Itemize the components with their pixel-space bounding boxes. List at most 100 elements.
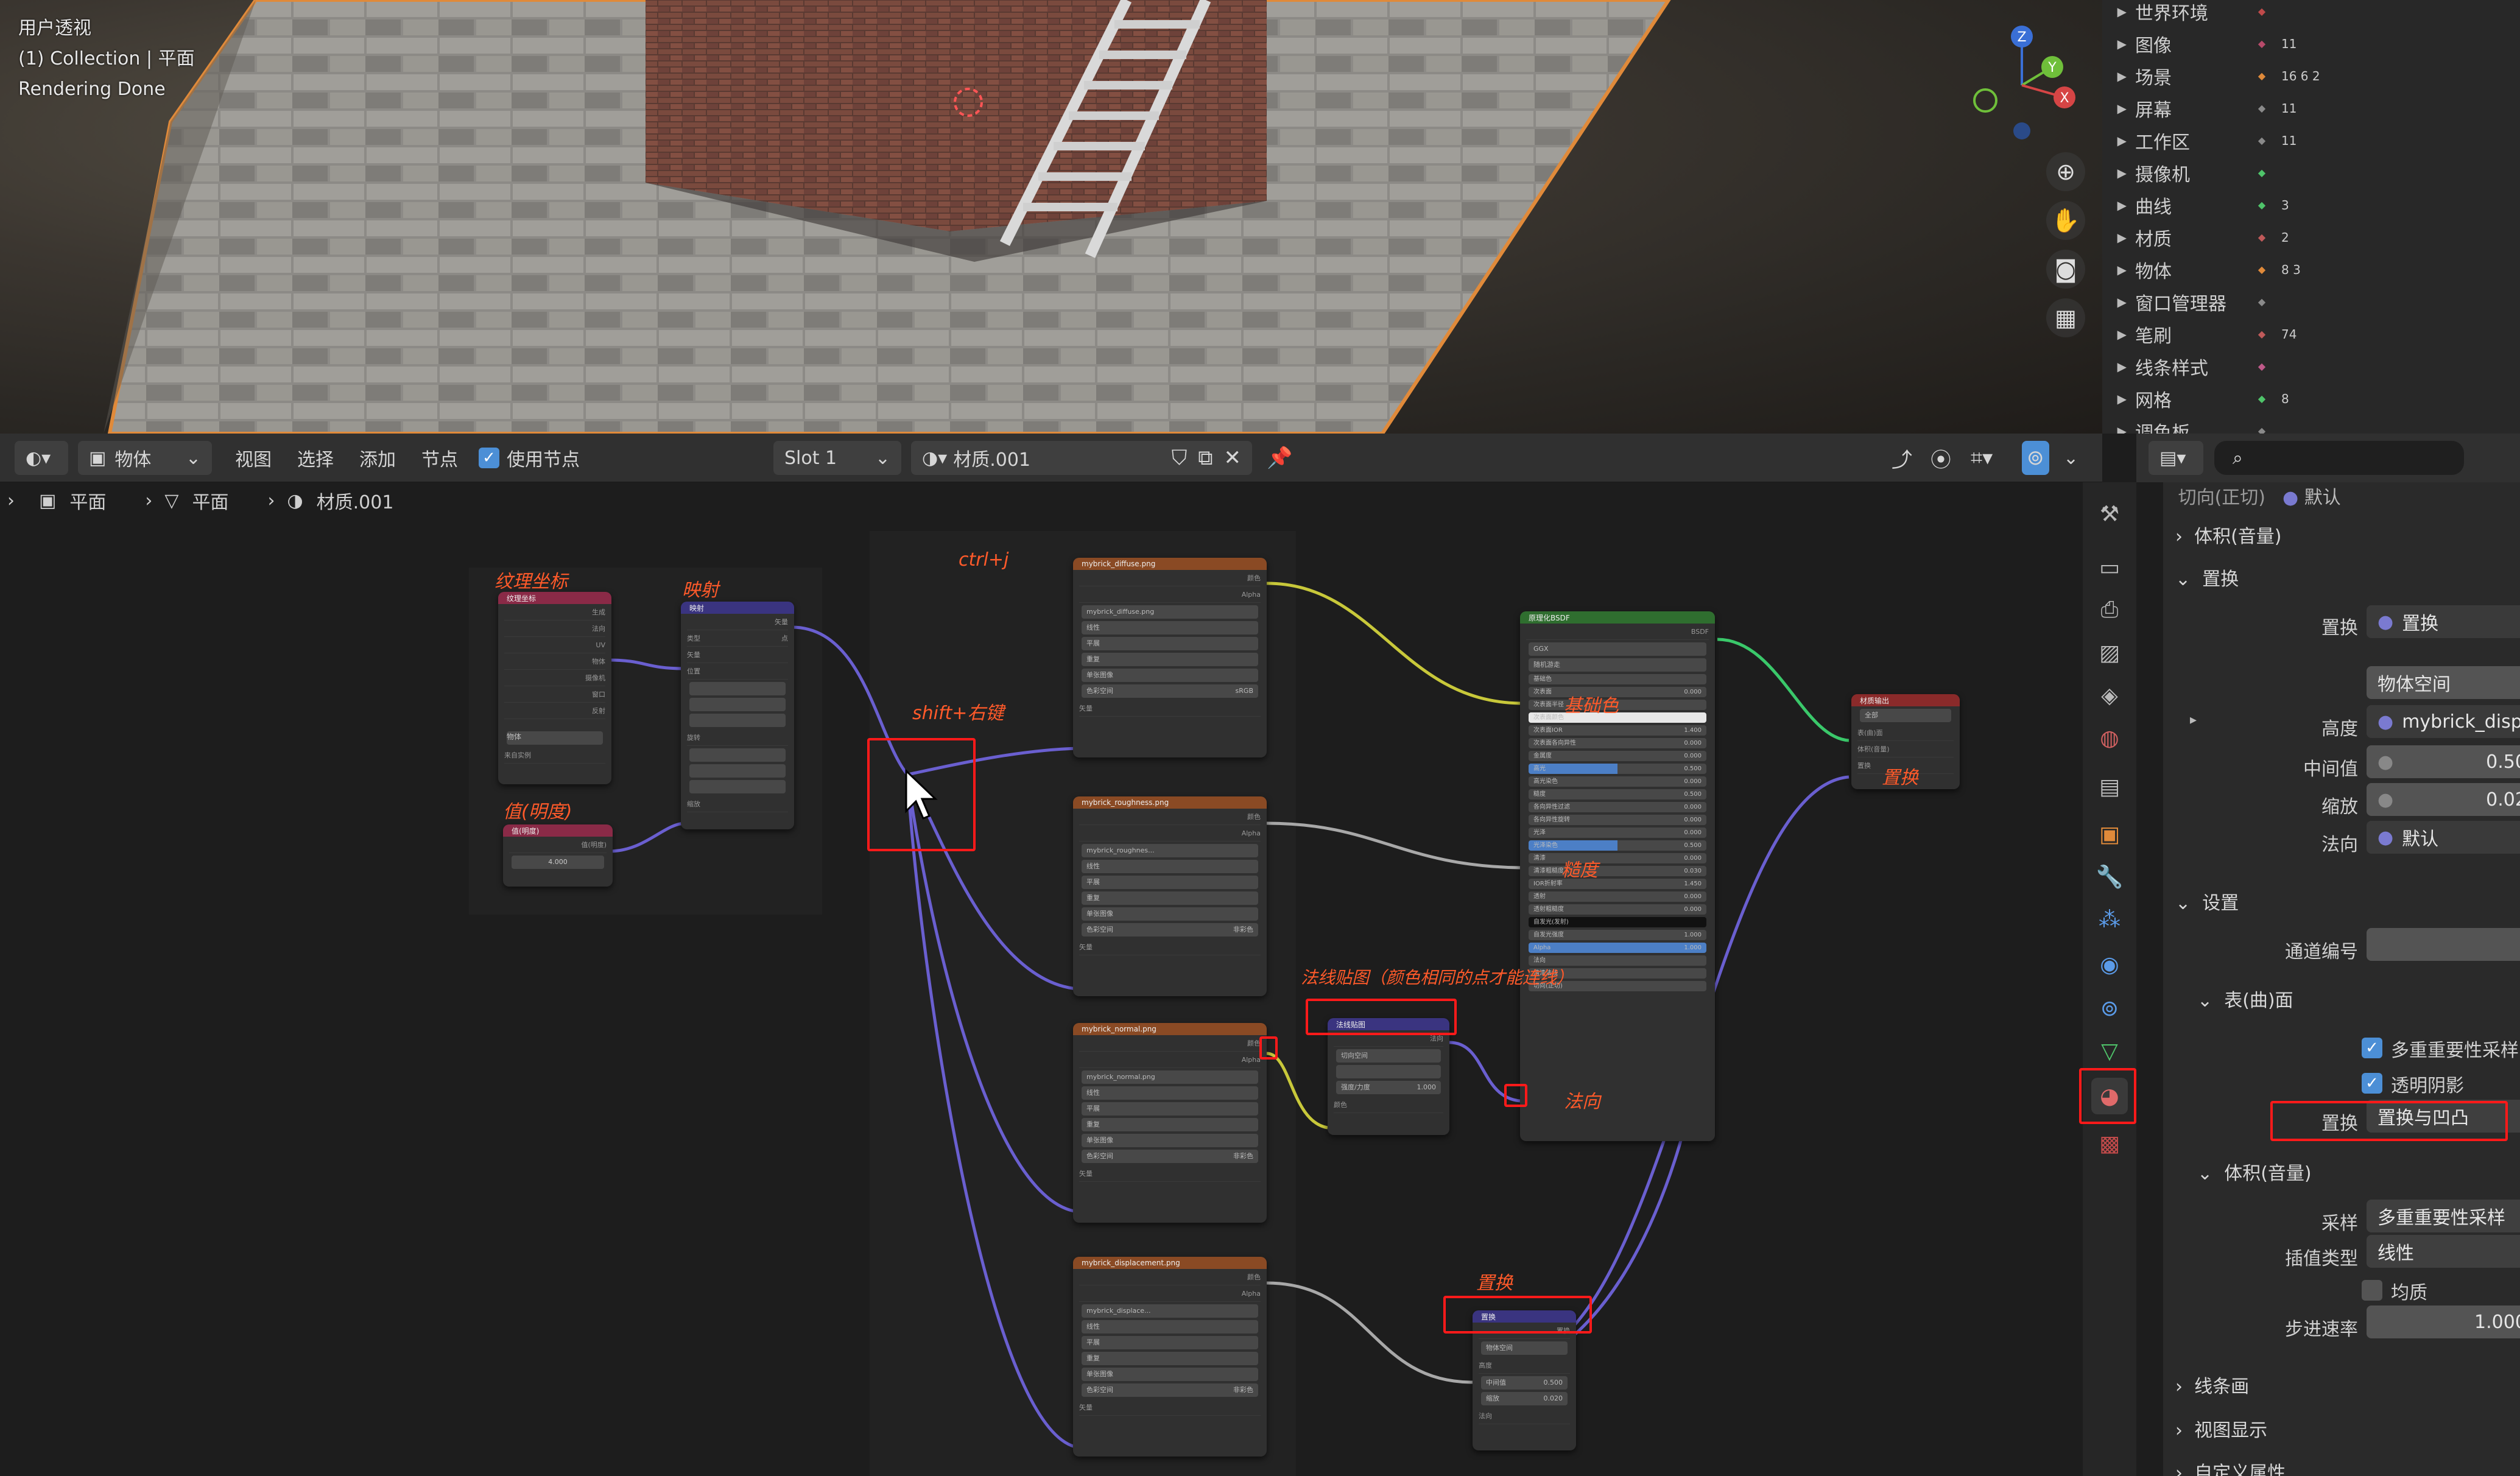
image-option-field[interactable]: 平展 (1082, 876, 1258, 889)
bsdf-input-row[interactable]: 透射 0.000 (1529, 891, 1706, 902)
node-image-displacement[interactable]: mybrick_displacement.png 颜色 Alpha mybrick_d… (1073, 1257, 1267, 1457)
mapping-loc-z[interactable] (689, 714, 786, 727)
mapping-rot-y[interactable] (689, 764, 786, 778)
object-field[interactable]: 物体 (507, 731, 603, 745)
section-viewport-display[interactable]: › 视图显示 (2175, 1415, 2267, 1442)
image-file-field[interactable]: mybrick_diffuse.png (1082, 605, 1258, 619)
image-option-field[interactable]: 线性 (1082, 1086, 1258, 1100)
bsdf-input-row[interactable]: 金属度 0.000 (1529, 751, 1706, 761)
outliner-item[interactable]: ▶ 屏幕 ◆ 11 (2102, 92, 2520, 124)
outliner-item[interactable]: ▶ 世界环境 ◆ (2102, 0, 2520, 27)
bsdf-input-row[interactable]: 高光染色 0.000 (1529, 776, 1706, 787)
disp-space[interactable]: 物体空间 (1481, 1341, 1568, 1355)
expand-arrow-icon[interactable]: ▶ (2102, 392, 2135, 406)
bsdf-input-row[interactable]: 各向异性过滤 0.000 (1529, 802, 1706, 812)
breadcrumb-object[interactable]: 平面 (69, 487, 106, 514)
bsdf-input-row[interactable]: 糙度 0.500 (1529, 789, 1706, 800)
expand-arrow-icon[interactable]: ▶ (2102, 101, 2135, 116)
mapping-loc-x[interactable] (689, 682, 786, 695)
bsdf-input-row[interactable]: IOR折射率 1.450 (1529, 879, 1706, 889)
image-option-field[interactable]: 单张图像 (1082, 1368, 1258, 1381)
use-nodes-toggle[interactable]: ✓ 使用节点 (479, 441, 580, 475)
image-option-field[interactable]: 线性 (1082, 621, 1258, 634)
bsdf-input-row[interactable]: 光泽染色 0.500 (1529, 840, 1706, 851)
sampling-dropdown[interactable]: 多重重要性采样 (2367, 1200, 2520, 1232)
outliner-item[interactable]: ▶ 线条样式 ◆ (2102, 350, 2520, 382)
tangent-value[interactable]: ● 默认 (2282, 482, 2341, 509)
image-file-field[interactable]: mybrick_displace... (1082, 1304, 1258, 1318)
image-option-field[interactable]: 重复 (1082, 1352, 1258, 1365)
mapping-loc-y[interactable] (689, 698, 786, 711)
image-option-field[interactable]: 单张图像 (1082, 669, 1258, 682)
node-image-normal[interactable]: mybrick_normal.png 颜色 Alpha mybrick_normal.… (1073, 1023, 1267, 1223)
bsdf-input-row[interactable]: 高光 0.500 (1529, 764, 1706, 774)
bsdf-input-row[interactable]: 自发光(发射) (1529, 917, 1706, 927)
bsdf-input-row[interactable]: 次表面IOR 1.400 (1529, 725, 1706, 736)
mapping-type-field[interactable]: 类型 点 (687, 630, 788, 647)
render-tab-icon[interactable]: ▭ (2091, 549, 2128, 586)
outliner-item[interactable]: ▶ 窗口管理器 ◆ (2102, 286, 2520, 318)
node-image-roughness[interactable]: mybrick_roughness.png 颜色 Alpha mybrick_roug… (1073, 796, 1267, 996)
material-selector[interactable]: ◑▾ 材质.001 ⛉ ⧉ ✕ (911, 441, 1252, 475)
step-rate-field[interactable]: 1.0000 (2367, 1306, 2520, 1338)
image-option-field[interactable]: 单张图像 (1082, 907, 1258, 921)
mapping-rot-z[interactable] (689, 780, 786, 793)
slot-dropdown[interactable]: Slot 1 ⌄ (773, 441, 901, 475)
bsdf-input-row[interactable]: 清漆 0.000 (1529, 853, 1706, 863)
node-image-diffuse[interactable]: mybrick_diffuse.png 颜色 Alpha mybrick_diffus… (1073, 558, 1267, 757)
breadcrumb-material[interactable]: 材质.001 (317, 487, 394, 514)
outliner-panel[interactable]: ▶ 世界环境 ◆ ▶ 图像 ◆ 11 ▶ 场景 ◆ 16 6 2 ▶ 屏幕 ◆ 11 ▶ 工作区 ◆ 11 ▶ 摄像机 ◆… (2102, 0, 2520, 434)
image-colorspace-field[interactable]: 色彩空间 非彩色 (1082, 1383, 1258, 1397)
bsdf-input-row[interactable]: 各向异性旋转 0.000 (1529, 815, 1706, 825)
section-lineart[interactable]: › 线条画 (2175, 1371, 2249, 1398)
image-option-field[interactable]: 重复 (1082, 653, 1258, 666)
section-settings[interactable]: ⌄ 设置 (2175, 888, 2239, 915)
mesh-data-tab-icon[interactable]: ▽ (2091, 1033, 2128, 1069)
node-editor-canvas[interactable]: › ▣ 平面 › ▽ 平面 › ◑ 材质.001 ‹ 纹理坐标 生成法向UV物体… (0, 482, 2092, 1476)
outliner-item[interactable]: ▶ 曲线 ◆ 3 (2102, 189, 2520, 221)
particles-tab-icon[interactable]: ⁂ (2091, 901, 2128, 938)
image-option-field[interactable]: 单张图像 (1082, 1134, 1258, 1147)
constraints-tab-icon[interactable]: ⊚ (2091, 990, 2128, 1027)
expand-arrow-icon[interactable]: ▶ (2102, 37, 2135, 51)
bsdf-input-row[interactable]: Alpha 1.000 (1529, 943, 1706, 953)
interp-dropdown[interactable]: 线性 (2367, 1235, 2520, 1268)
normal-map-strength[interactable]: 强度/力度 1.000 (1336, 1081, 1441, 1094)
image-file-field[interactable]: mybrick_roughnes... (1082, 844, 1258, 857)
disp-scale[interactable]: 缩放 0.020 (1481, 1392, 1568, 1405)
expand-arrow-icon[interactable]: ▶ (2102, 424, 2135, 434)
image-option-field[interactable]: 平展 (1082, 1336, 1258, 1349)
image-option-field[interactable]: 重复 (1082, 891, 1258, 905)
node-normal-map[interactable]: 法线贴图 法向 切向空间 强度/力度 1.000 颜色 (1328, 1018, 1449, 1135)
scale-field[interactable]: ● 0.020 (2367, 783, 2520, 816)
outliner-item[interactable]: ▶ 物体 ◆ 8 3 (2102, 253, 2520, 286)
section-custom-props[interactable]: › 自定义属性 (2175, 1458, 2286, 1476)
expand-arrow-icon[interactable]: ▶ (2102, 230, 2135, 245)
close-icon[interactable]: ✕ (1224, 446, 1242, 470)
outliner-item[interactable]: ▶ 调色板 ◆ (2102, 415, 2520, 434)
from-instancer-checkbox[interactable]: 来自实例 (504, 747, 605, 764)
bsdf-input-row[interactable]: 清漆粗糙度 0.030 (1529, 866, 1706, 876)
expand-arrow-icon[interactable]: ▶ (2102, 198, 2135, 213)
mapping-rot-x[interactable] (689, 748, 786, 762)
bsdf-input-row[interactable]: 光泽 0.000 (1529, 828, 1706, 838)
bsdf-input-row[interactable]: 次表面各向异性 0.000 (1529, 738, 1706, 748)
navigation-gizmo[interactable]: Z Y X (1961, 18, 2083, 146)
image-option-field[interactable]: 重复 (1082, 1118, 1258, 1131)
texture-tab-icon[interactable]: ▩ (2091, 1125, 2128, 1162)
section-surface[interactable]: ⌄ 表(曲)面 (2197, 985, 2293, 1012)
hand-pan-icon[interactable]: ✋ (2046, 201, 2085, 240)
value-input[interactable]: 4.000 (512, 856, 604, 869)
object-type-dropdown[interactable]: ▣ 物体 ⌄ (78, 441, 212, 475)
expand-arrow-icon[interactable]: ▶ (2102, 69, 2135, 83)
node-mapping[interactable]: 映射 矢量 类型 点 矢量 位置 旋转 缩放 (681, 602, 794, 829)
expand-arrow-icon[interactable]: ▶ (2102, 359, 2135, 374)
tool-tab-icon[interactable]: ⚒ (2091, 496, 2128, 532)
expand-arrow-icon[interactable]: ▶ (2102, 295, 2135, 309)
modifier-wrench-icon[interactable]: 🔧 (2091, 859, 2128, 895)
object-tab-icon[interactable]: ▣ (2091, 816, 2128, 852)
breadcrumb-mesh[interactable]: 平面 (192, 487, 228, 514)
bsdf-input-row[interactable]: 自发光强度 1.000 (1529, 930, 1706, 940)
bsdf-subsurface-method[interactable]: 随机游走 (1529, 658, 1706, 672)
height-field[interactable]: ● mybrick_displace (2367, 705, 2520, 738)
